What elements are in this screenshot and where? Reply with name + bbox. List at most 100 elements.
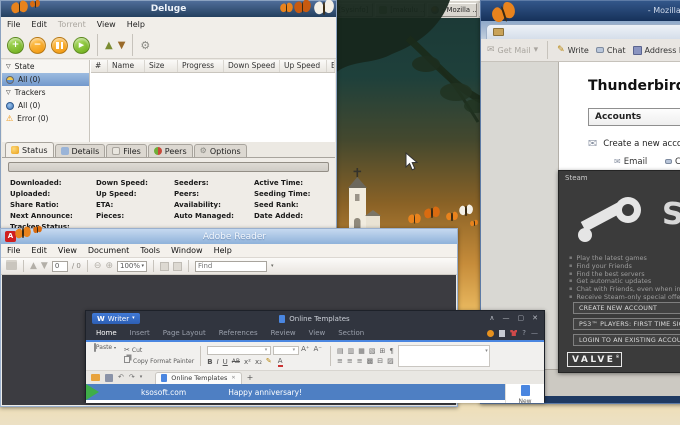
menu-help[interactable]: Help	[214, 246, 232, 255]
chat-button[interactable]: Chat	[596, 46, 626, 55]
menu-view[interactable]: View	[58, 246, 77, 255]
resume-torrent-button[interactable]: ▶	[73, 37, 90, 54]
more-icon[interactable]: —	[531, 330, 538, 337]
document-area[interactable]: ksosoft.com Happy anniversary! New	[86, 384, 544, 403]
align-left-button[interactable]: ≡	[337, 357, 343, 365]
new-document-icon[interactable]	[499, 330, 505, 337]
find-options-icon[interactable]: ▾	[271, 264, 274, 269]
superscript-button[interactable]: x²	[244, 358, 251, 366]
tab-peers[interactable]: Peers	[148, 144, 193, 157]
document-tab[interactable]: Online Templates ✕	[155, 372, 241, 384]
underline-button[interactable]: U	[223, 358, 228, 366]
close-tab-icon[interactable]: ✕	[231, 376, 235, 381]
line-spacing-button[interactable]: ⊟	[377, 357, 383, 365]
column-progress[interactable]: Progress	[178, 60, 224, 72]
tab-home[interactable]: Home	[96, 329, 117, 337]
zoom-out-icon[interactable]: ⊖	[94, 262, 102, 271]
column-size[interactable]: Size	[145, 60, 178, 72]
remove-torrent-button[interactable]: −	[29, 37, 46, 54]
menu-help[interactable]: Help	[127, 20, 145, 29]
align-right-button[interactable]: ≡	[357, 357, 363, 365]
paste-button[interactable]: Paste ▾	[90, 344, 120, 368]
write-button[interactable]: ✎ Write	[557, 46, 589, 55]
subscript-button[interactable]: x₂	[255, 358, 262, 366]
copy-button[interactable]: Copy Format Painter	[124, 356, 194, 365]
strikethrough-button[interactable]: AB	[232, 358, 240, 365]
column-eta[interactable]: ETA	[327, 60, 335, 72]
redo-icon[interactable]: ↷	[129, 374, 135, 381]
minimize-icon[interactable]: —	[503, 315, 510, 322]
menu-view[interactable]: View	[97, 20, 116, 29]
address-book-button[interactable]: Address Book	[633, 46, 680, 55]
queue-down-button[interactable]: ▼	[118, 40, 126, 51]
borders-button[interactable]: ⊞	[379, 347, 385, 355]
adobe-titlebar[interactable]: A Adobe Reader	[1, 229, 457, 244]
email-link[interactable]: ✉Email	[614, 157, 647, 167]
font-name-select[interactable]: ▾	[207, 346, 271, 355]
menu-tools[interactable]: Tools	[140, 246, 160, 255]
get-mail-button[interactable]: ✉ Get Mail ▾	[487, 46, 538, 55]
ps3-signin-button[interactable]: PS3™ PLAYERS: FIRST TIME SIGNING IN	[573, 318, 680, 330]
column-down-speed[interactable]: Down Speed	[224, 60, 280, 72]
tab-status[interactable]: Status	[5, 142, 54, 157]
skin-icon[interactable]	[510, 330, 517, 336]
tab-references[interactable]: References	[219, 329, 258, 337]
zoom-level-select[interactable]: 100% ▾	[117, 261, 147, 272]
bullets-button[interactable]: ▤	[337, 347, 344, 355]
sidebar-item-trackers-error[interactable]: ⚠ Error (0)	[2, 112, 89, 125]
show-marks-button[interactable]: ¶	[389, 347, 393, 355]
open-icon[interactable]	[91, 374, 100, 381]
menu-file[interactable]: File	[7, 20, 20, 29]
tab-details[interactable]: Details	[55, 144, 106, 157]
chat-link[interactable]: Chat	[665, 157, 680, 167]
column-up-speed[interactable]: Up Speed	[280, 60, 327, 72]
previous-page-icon[interactable]: ▲	[30, 262, 37, 271]
help-icon[interactable]: ?	[522, 330, 526, 337]
cut-button[interactable]: ✂Cut	[124, 347, 194, 354]
document-title-tab[interactable]: Online Templates	[140, 315, 490, 323]
font-color-button[interactable]: A	[278, 357, 283, 367]
save-icon[interactable]	[105, 374, 113, 382]
numbering-button[interactable]: ▥	[348, 347, 355, 355]
state-header[interactable]: ▽ State	[2, 60, 89, 73]
align-center-button[interactable]: ≡	[347, 357, 353, 365]
tab-page-layout[interactable]: Page Layout	[163, 329, 206, 337]
column-number[interactable]: #	[91, 60, 108, 72]
style-gallery[interactable]: ▾	[398, 345, 490, 367]
create-account-button[interactable]: CREATE NEW ACCOUNT	[573, 302, 680, 314]
zoom-in-icon[interactable]: ⊕	[105, 262, 113, 271]
bold-button[interactable]: B	[207, 358, 212, 366]
tab-section[interactable]: Section	[338, 329, 364, 337]
menu-edit[interactable]: Edit	[31, 20, 47, 29]
torrent-list[interactable]: # Name Size Progress Down Speed Up Speed…	[90, 60, 335, 142]
grow-font-button[interactable]: A⁺	[301, 346, 309, 353]
print-icon[interactable]	[6, 262, 17, 270]
tab-insert[interactable]: Insert	[130, 329, 150, 337]
sidebar-item-state-all[interactable]: All (0)	[2, 73, 89, 86]
menu-edit[interactable]: Edit	[31, 246, 47, 255]
thunderbird-mail-tab[interactable]	[486, 24, 680, 39]
highlight-icon[interactable]	[173, 262, 182, 271]
font-size-select[interactable]: ▾	[273, 346, 299, 355]
sidebar-item-trackers-all[interactable]: All (0)	[2, 99, 89, 112]
indent-decrease-button[interactable]: ▦	[358, 347, 365, 355]
next-page-icon[interactable]: ▼	[41, 262, 48, 271]
sticky-note-icon[interactable]	[160, 262, 169, 271]
account-icon[interactable]	[487, 330, 494, 337]
create-account-link[interactable]: ✉ Create a new account	[588, 138, 680, 149]
tab-options[interactable]: ⚙Options	[194, 144, 247, 157]
add-torrent-button[interactable]: +	[7, 37, 24, 54]
maximize-icon[interactable]: ▢	[518, 315, 525, 322]
new-template-item[interactable]: New	[505, 384, 544, 403]
tab-files[interactable]: Files	[106, 144, 147, 157]
collapse-ribbon-icon[interactable]: ∧	[489, 315, 494, 322]
close-icon[interactable]: ✕	[532, 315, 538, 322]
queue-up-button[interactable]: ▲	[105, 40, 113, 51]
tab-view[interactable]: View	[309, 329, 326, 337]
shrink-font-button[interactable]: A⁻	[313, 346, 321, 353]
menu-document[interactable]: Document	[88, 246, 129, 255]
undo-icon[interactable]: ↶	[118, 374, 124, 381]
indent-increase-button[interactable]: ▧	[369, 347, 376, 355]
find-input[interactable]	[195, 261, 267, 272]
format-painter-button[interactable]: Format Painter	[150, 358, 194, 365]
